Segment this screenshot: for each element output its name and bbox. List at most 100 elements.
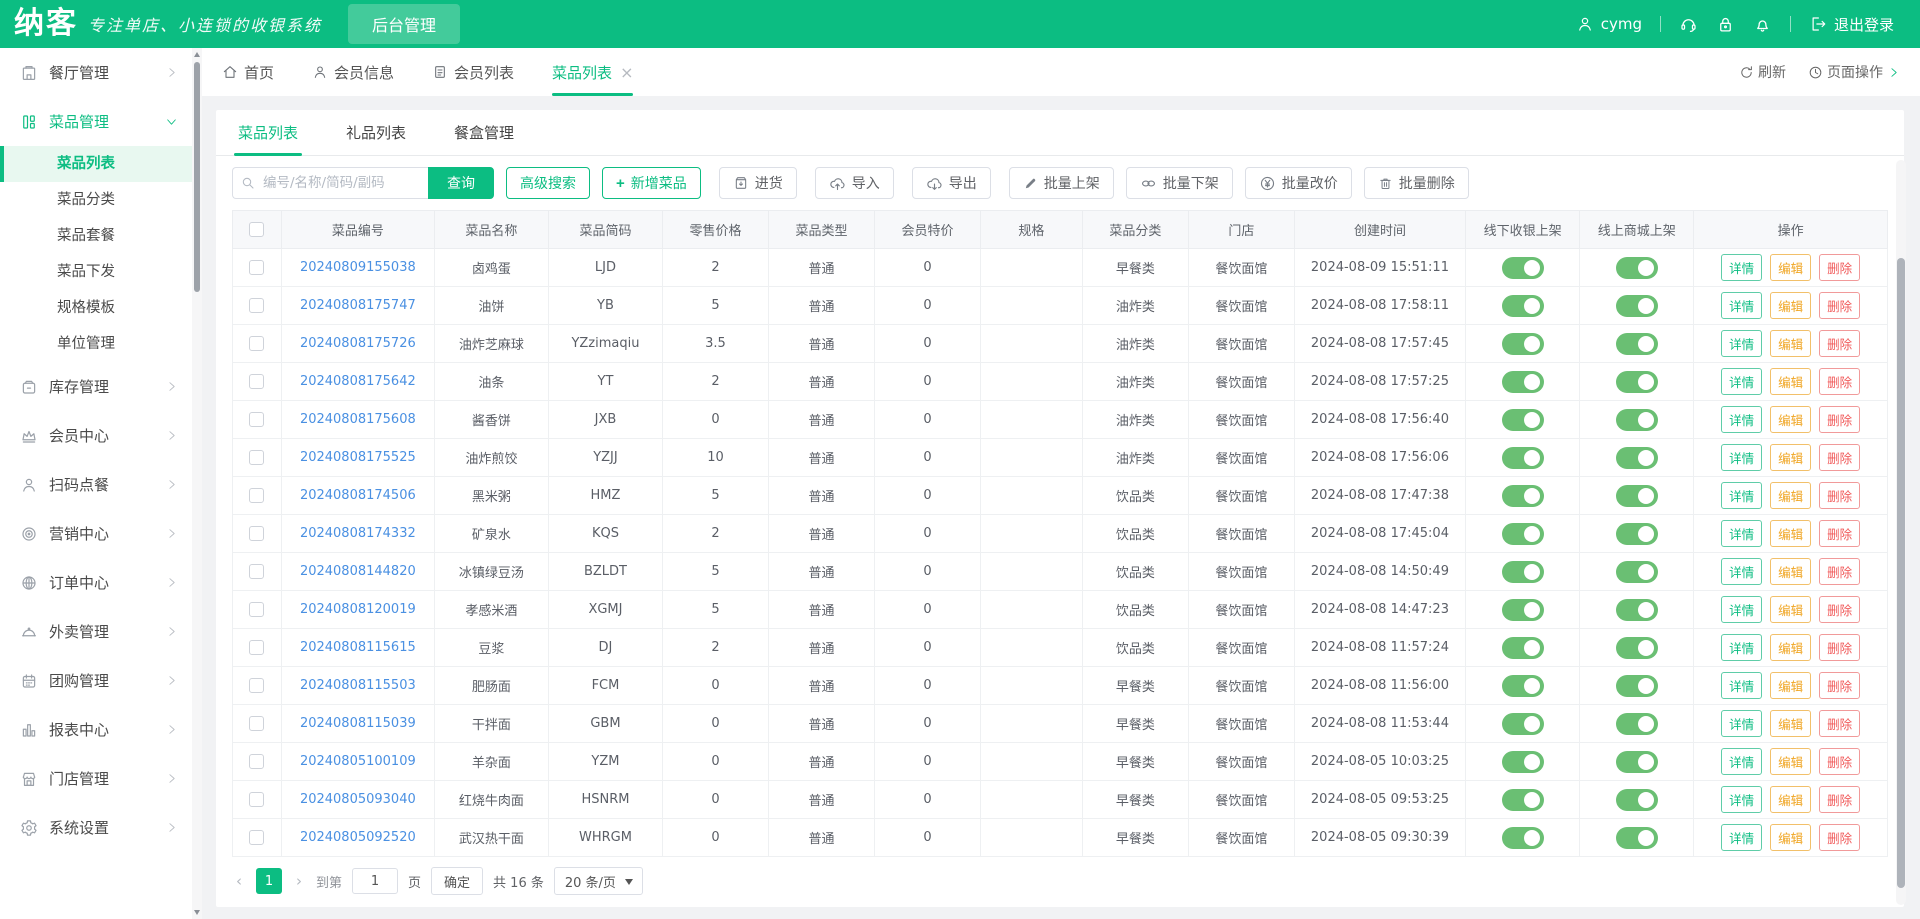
dish-code-link[interactable]: 20240808175642 [300,374,416,389]
detail-button[interactable]: 详情 [1721,558,1763,585]
sidebar-item-0[interactable]: 餐厅管理 [0,48,192,97]
pos-on-shelf-toggle[interactable] [1501,446,1544,469]
row-checkbox[interactable] [249,260,265,275]
edit-button[interactable]: 编辑 [1770,330,1812,357]
sidebar-subitem-1-0[interactable]: 菜品列表 [0,146,192,182]
row-checkbox[interactable] [249,716,265,731]
page-number-button[interactable]: 1 [256,868,282,894]
pos-on-shelf-toggle[interactable] [1501,674,1544,697]
detail-button[interactable]: 详情 [1721,672,1763,699]
sidebar-item-1[interactable]: 菜品管理 [0,97,192,146]
edit-button[interactable]: 编辑 [1770,672,1812,699]
mall-on-shelf-toggle[interactable] [1615,522,1658,545]
select-all-checkbox[interactable] [249,222,265,237]
confirm-page-button[interactable]: 确定 [431,867,484,895]
delete-button[interactable]: 删除 [1819,292,1861,319]
tab-member-list[interactable]: 会员列表 [432,48,514,96]
delete-button[interactable]: 删除 [1819,710,1861,737]
dish-code-link[interactable]: 20240805100109 [300,754,416,769]
backstage-nav-button[interactable]: 后台管理 [348,4,461,44]
row-checkbox[interactable] [249,336,265,351]
import-button[interactable]: 导入 [814,167,894,199]
dish-code-link[interactable]: 20240805093040 [300,792,416,807]
mall-on-shelf-toggle[interactable] [1615,788,1658,811]
tab-home[interactable]: 首页 [222,48,274,96]
per-page-select[interactable]: 20 条/页 [553,867,643,895]
sidebar-subitem-1-1[interactable]: 菜品分类 [0,182,192,218]
purchase-button[interactable]: 进货 [718,167,797,199]
mall-on-shelf-toggle[interactable] [1615,294,1658,317]
scroll-up-arrow-icon[interactable] [194,52,200,57]
search-input[interactable] [232,167,428,199]
detail-button[interactable]: 详情 [1721,710,1763,737]
subtab-dish-list[interactable]: 菜品列表 [234,110,303,156]
scroll-down-arrow-icon[interactable] [194,910,200,915]
lock-icon[interactable] [1716,15,1735,34]
query-button[interactable]: 查询 [428,167,494,199]
headset-icon[interactable] [1679,15,1698,34]
sidebar-subitem-1-2[interactable]: 菜品套餐 [0,218,192,254]
dish-code-link[interactable]: 20240808144820 [300,564,416,579]
edit-button[interactable]: 编辑 [1770,786,1812,813]
advanced-search-button[interactable]: 高级搜索 [506,167,590,199]
mall-on-shelf-toggle[interactable] [1615,256,1658,279]
delete-button[interactable]: 删除 [1819,596,1861,623]
detail-button[interactable]: 详情 [1721,634,1763,661]
dish-code-link[interactable]: 20240808115503 [300,678,416,693]
sidebar-subitem-1-3[interactable]: 菜品下发 [0,254,192,290]
subtab-mealbox-management[interactable]: 餐盒管理 [450,110,518,155]
dish-code-link[interactable]: 20240809155038 [300,260,416,275]
detail-button[interactable]: 详情 [1721,444,1763,471]
edit-button[interactable]: 编辑 [1770,596,1812,623]
refresh-button[interactable]: 刷新 [1739,62,1786,82]
delete-button[interactable]: 删除 [1819,406,1861,433]
dish-code-link[interactable]: 20240808175726 [300,336,416,351]
sidebar-item-3[interactable]: 会员中心 [0,411,192,460]
sidebar-subitem-1-5[interactable]: 单位管理 [0,326,192,362]
mall-on-shelf-toggle[interactable] [1615,446,1658,469]
delete-button[interactable]: 删除 [1819,634,1861,661]
batch-delete-button[interactable]: 批量删除 [1363,167,1469,199]
pos-on-shelf-toggle[interactable] [1501,294,1544,317]
dish-code-link[interactable]: 20240805092520 [300,830,416,845]
mall-on-shelf-toggle[interactable] [1615,484,1658,507]
edit-button[interactable]: 编辑 [1770,482,1812,509]
export-button[interactable]: 导出 [911,167,991,199]
user-menu[interactable]: cymg [1576,15,1642,33]
edit-button[interactable]: 编辑 [1770,710,1812,737]
detail-button[interactable]: 详情 [1721,824,1763,851]
delete-button[interactable]: 删除 [1819,558,1861,585]
mall-on-shelf-toggle[interactable] [1615,560,1658,583]
mall-on-shelf-toggle[interactable] [1615,826,1658,849]
pos-on-shelf-toggle[interactable] [1501,484,1544,507]
sidebar-item-9[interactable]: 报表中心 [0,705,192,754]
edit-button[interactable]: 编辑 [1770,558,1812,585]
row-checkbox[interactable] [249,374,265,389]
next-page-icon[interactable]: › [292,872,306,890]
dish-code-link[interactable]: 20240808115039 [300,716,416,731]
row-checkbox[interactable] [249,640,265,655]
row-checkbox[interactable] [249,602,265,617]
pos-on-shelf-toggle[interactable] [1501,332,1544,355]
mall-on-shelf-toggle[interactable] [1615,598,1658,621]
delete-button[interactable]: 删除 [1819,748,1861,775]
edit-button[interactable]: 编辑 [1770,254,1812,281]
logout-button[interactable]: 退出登录 [1809,14,1894,35]
delete-button[interactable]: 删除 [1819,482,1861,509]
main-scrollbar[interactable] [1896,160,1906,905]
mall-on-shelf-toggle[interactable] [1615,370,1658,393]
sidebar-item-2[interactable]: 库存管理 [0,362,192,411]
mall-on-shelf-toggle[interactable] [1615,332,1658,355]
mall-on-shelf-toggle[interactable] [1615,712,1658,735]
detail-button[interactable]: 详情 [1721,330,1763,357]
pos-on-shelf-toggle[interactable] [1501,560,1544,583]
pos-on-shelf-toggle[interactable] [1501,712,1544,735]
edit-button[interactable]: 编辑 [1770,748,1812,775]
detail-button[interactable]: 详情 [1721,292,1763,319]
row-checkbox[interactable] [249,298,265,313]
detail-button[interactable]: 详情 [1721,596,1763,623]
sidebar-scrollbar[interactable] [192,48,202,919]
sidebar-item-10[interactable]: 门店管理 [0,754,192,803]
delete-button[interactable]: 删除 [1819,330,1861,357]
pos-on-shelf-toggle[interactable] [1501,370,1544,393]
